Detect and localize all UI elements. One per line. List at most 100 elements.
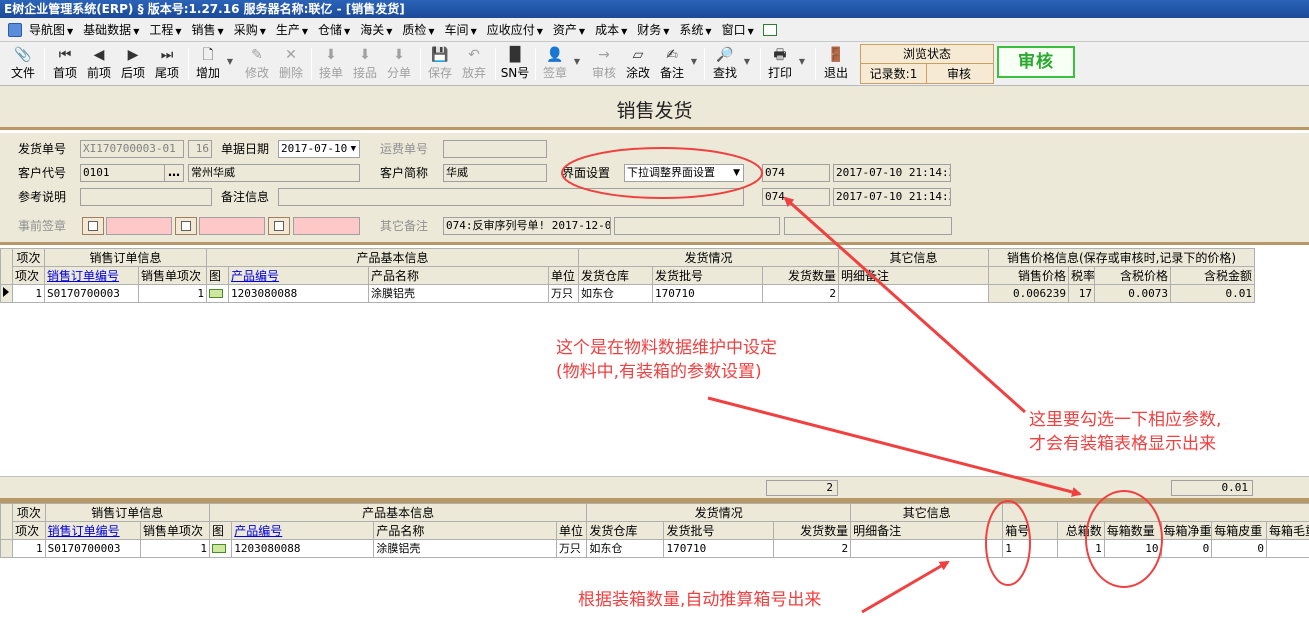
col-detail-note[interactable]: 明细备注 xyxy=(838,266,990,285)
presign-checkbox-3[interactable] xyxy=(268,217,290,235)
alter-button[interactable]: ▱ 涂改 xyxy=(623,45,653,85)
cell-seq[interactable]: 1 xyxy=(12,284,45,303)
save-button[interactable]: 💾 保存 xyxy=(425,45,455,85)
col-batch[interactable]: 发货批号 xyxy=(652,266,764,285)
exit-button[interactable]: 🚪 退出 xyxy=(821,45,851,85)
col-price[interactable]: 销售价格 xyxy=(988,266,1070,285)
print-button[interactable]: 🖶 打印 ▼ xyxy=(765,45,805,85)
cell-qty[interactable]: 2 xyxy=(773,539,852,558)
col-product-name[interactable]: 产品名称 xyxy=(373,521,557,540)
cell-tax-rate[interactable]: 17 xyxy=(1068,284,1096,303)
cell-unit[interactable]: 万只 xyxy=(555,539,588,558)
cell-per-box-net[interactable]: 0 xyxy=(1160,539,1213,558)
presign-checkbox-2[interactable] xyxy=(175,217,197,235)
cell-total-boxes[interactable]: 1 xyxy=(1057,539,1105,558)
cell-product-name[interactable]: 涂膜铝壳 xyxy=(368,284,550,303)
cell-box-no[interactable]: 1 xyxy=(1002,539,1059,558)
note-field[interactable] xyxy=(278,188,744,206)
col-order-no[interactable]: 销售订单编号 xyxy=(44,266,139,285)
col-tax-price[interactable]: 含税价格 xyxy=(1094,266,1172,285)
table-row[interactable]: 1 S0170700003 1 1203080088 涂膜铝壳 万只 如东仓 1… xyxy=(0,284,1256,303)
cell-price[interactable]: 0.006239 xyxy=(988,284,1070,303)
col-qty[interactable]: 发货数量 xyxy=(773,521,852,540)
cell-order-item[interactable]: 1 xyxy=(137,284,208,303)
add-button[interactable]: 🗋 增加 ▼ xyxy=(193,45,233,85)
col-warehouse[interactable]: 发货仓库 xyxy=(578,266,654,285)
col-order-no[interactable]: 销售订单编号 xyxy=(44,521,141,540)
col-order-item[interactable]: 销售单项次 xyxy=(137,266,208,285)
next-button[interactable]: ▶ 后项 xyxy=(118,45,148,85)
col-product-no[interactable]: 产品编号 xyxy=(231,521,375,540)
col-detail-note[interactable]: 明细备注 xyxy=(850,521,1004,540)
cell-tax-price[interactable]: 0.0073 xyxy=(1094,284,1172,303)
menu-item-10[interactable]: 应收应付 ▼ xyxy=(482,18,548,41)
cell-pic[interactable] xyxy=(206,284,230,303)
menu-item-1[interactable]: 基础数据 ▼ xyxy=(78,18,144,41)
cell-pic[interactable] xyxy=(208,539,233,558)
menu-item-5[interactable]: 生产 ▼ xyxy=(271,18,313,41)
audit-status-button[interactable]: 审核 xyxy=(997,46,1075,78)
first-button[interactable]: ⏮ 首项 xyxy=(50,45,80,85)
cell-unit[interactable]: 万只 xyxy=(548,284,580,303)
col-qty[interactable]: 发货数量 xyxy=(762,266,840,285)
receive-product-button[interactable]: ⬇ 接品 xyxy=(350,45,380,85)
delete-button[interactable]: ✕ 删除 xyxy=(276,45,306,85)
col-product-name[interactable]: 产品名称 xyxy=(368,266,550,285)
col-total-boxes[interactable]: 总箱数 xyxy=(1057,521,1105,540)
lookup-button[interactable]: … xyxy=(164,164,184,182)
sign-button[interactable]: 👤 签章 ▼ xyxy=(540,45,580,85)
chevron-down-icon[interactable]: ▼ xyxy=(227,57,233,66)
freight-no-field[interactable] xyxy=(443,140,547,158)
col-tax-rate[interactable]: 税率 xyxy=(1068,266,1096,285)
cell-qty[interactable]: 2 xyxy=(762,284,840,303)
chevron-down-icon[interactable]: ▼ xyxy=(691,57,697,66)
cell-per-box-gross[interactable]: 0 xyxy=(1266,539,1309,558)
ref-field[interactable] xyxy=(80,188,212,206)
app-icon[interactable] xyxy=(8,23,22,37)
edit-button[interactable]: ✎ 修改 xyxy=(242,45,272,85)
col-tax-amount[interactable]: 含税金额 xyxy=(1170,266,1256,285)
col-per-box-qty[interactable]: 每箱数量 xyxy=(1103,521,1162,540)
menu-item-7[interactable]: 海关 ▼ xyxy=(355,18,397,41)
menu-item-2[interactable]: 工程 ▼ xyxy=(144,18,186,41)
remark-button[interactable]: ✍ 备注 ▼ xyxy=(657,45,697,85)
cell-order-no[interactable]: S0170700003 xyxy=(44,539,141,558)
last-button[interactable]: ⏭ 尾项 xyxy=(152,45,182,85)
menu-item-8[interactable]: 质检 ▼ xyxy=(397,18,439,41)
col-product-no[interactable]: 产品编号 xyxy=(228,266,370,285)
ship-no-field[interactable]: XI170700003-01 xyxy=(80,140,184,158)
col-per-box-gross[interactable]: 每箱毛重 xyxy=(1266,521,1309,540)
col-warehouse[interactable]: 发货仓库 xyxy=(586,521,665,540)
presign-checkbox-1[interactable] xyxy=(82,217,104,235)
col-seq[interactable]: 项次 xyxy=(12,266,45,285)
col-box-no[interactable]: 箱号 xyxy=(1002,521,1059,540)
menu-item-14[interactable]: 系统 ▼ xyxy=(674,18,716,41)
menu-item-6[interactable]: 仓储 ▼ xyxy=(313,18,355,41)
menu-item-11[interactable]: 资产 ▼ xyxy=(548,18,590,41)
col-seq[interactable]: 项次 xyxy=(12,521,46,540)
abandon-button[interactable]: ↶ 放弃 xyxy=(459,45,489,85)
chevron-down-icon[interactable]: ▼ xyxy=(744,57,750,66)
menu-item-3[interactable]: 销售 ▼ xyxy=(187,18,229,41)
split-button[interactable]: ⬇ 分单 xyxy=(384,45,414,85)
find-button[interactable]: 🔎 查找 ▼ xyxy=(710,45,750,85)
cell-order-no[interactable]: S0170700003 xyxy=(44,284,139,303)
menu-item-4[interactable]: 采购 ▼ xyxy=(229,18,271,41)
cust-code-field[interactable]: 0101 xyxy=(80,164,166,182)
cell-warehouse[interactable]: 如东仓 xyxy=(578,284,654,303)
cell-order-item[interactable]: 1 xyxy=(139,539,210,558)
cell-product-no[interactable]: 1203080088 xyxy=(228,284,370,303)
menu-item-15[interactable]: 窗口 ▼ xyxy=(717,18,759,41)
chevron-down-icon[interactable]: ▼ xyxy=(574,57,580,66)
col-pic[interactable]: 图 xyxy=(208,521,233,540)
receive-order-button[interactable]: ⬇ 接单 xyxy=(316,45,346,85)
cell-seq[interactable]: 1 xyxy=(12,539,46,558)
cell-per-box-tare[interactable]: 0 xyxy=(1211,539,1268,558)
col-pic[interactable]: 图 xyxy=(206,266,230,285)
cell-batch[interactable]: 170710 xyxy=(663,539,775,558)
cell-per-box-qty[interactable]: 10 xyxy=(1103,539,1162,558)
table-row[interactable]: 1 S0170700003 1 1203080088 涂膜铝壳 万只 如东仓 1… xyxy=(0,539,1309,558)
cell-product-name[interactable]: 涂膜铝壳 xyxy=(373,539,557,558)
cell-detail-note[interactable] xyxy=(850,539,1004,558)
prev-button[interactable]: ◀ 前项 xyxy=(84,45,114,85)
